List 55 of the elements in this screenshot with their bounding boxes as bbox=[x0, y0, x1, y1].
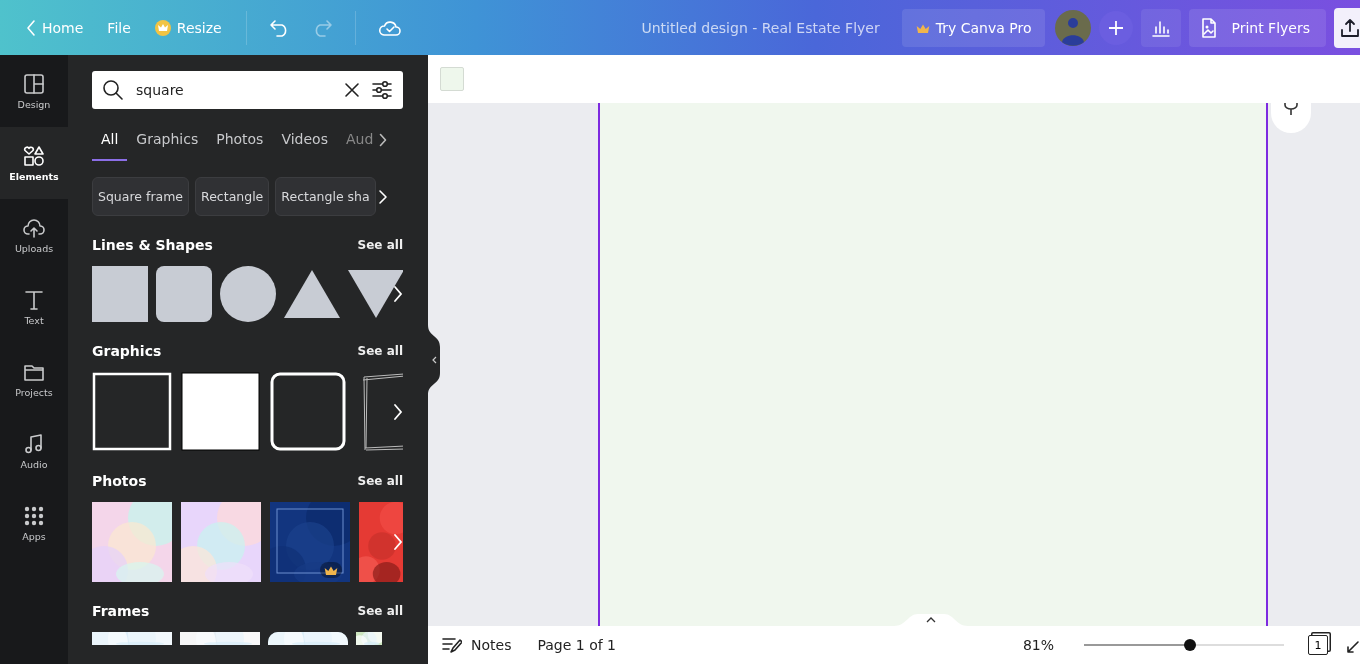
layout-icon bbox=[23, 72, 45, 95]
comment-icon[interactable] bbox=[1271, 103, 1311, 133]
notes-button[interactable]: Notes bbox=[442, 636, 512, 654]
plus-icon[interactable] bbox=[1099, 10, 1134, 45]
close-icon[interactable] bbox=[343, 81, 361, 99]
try-pro-button[interactable]: Try Canva Pro bbox=[901, 8, 1046, 47]
sidebar-tab[interactable]: Design bbox=[0, 55, 68, 127]
sidebar-tab[interactable]: Text bbox=[0, 271, 68, 343]
filled-square-graphic[interactable] bbox=[181, 372, 261, 452]
chevron-right-icon[interactable] bbox=[379, 133, 388, 147]
search-icon bbox=[102, 79, 124, 101]
section-title: Graphics bbox=[92, 343, 162, 359]
page-count-button[interactable]: 1 bbox=[1308, 635, 1328, 655]
document-icon bbox=[1201, 17, 1218, 38]
crown-icon bbox=[154, 19, 171, 36]
circle-shape[interactable] bbox=[220, 266, 276, 322]
square-outline-graphic[interactable] bbox=[92, 372, 172, 452]
notes-icon bbox=[442, 636, 462, 654]
sidebar-tab[interactable]: Audio bbox=[0, 415, 68, 487]
section-title: Frames bbox=[92, 603, 150, 619]
sidebar-tab[interactable]: Elements bbox=[0, 127, 68, 199]
sidebar-tab[interactable]: Projects bbox=[0, 343, 68, 415]
upload-icon bbox=[1340, 17, 1360, 38]
apps-icon bbox=[23, 504, 45, 527]
text-icon bbox=[23, 288, 45, 311]
back-icon bbox=[26, 18, 36, 37]
filter-tab[interactable]: Aud bbox=[336, 119, 380, 161]
shapes-icon bbox=[23, 144, 45, 167]
filter-tab[interactable]: All bbox=[92, 119, 128, 161]
suggestion-chip[interactable]: Rectangle sha bbox=[275, 177, 376, 216]
bar-chart-icon bbox=[1151, 18, 1172, 37]
section-title: Lines & Shapes bbox=[92, 237, 213, 253]
suggestion-chip[interactable]: Rectangle bbox=[195, 177, 270, 216]
search-bar[interactable]: square bbox=[92, 71, 403, 109]
print-button[interactable]: Print Flyers bbox=[1189, 8, 1326, 47]
analytics-button[interactable] bbox=[1141, 8, 1182, 47]
page-indicator: Page 1 of 1 bbox=[537, 637, 616, 653]
zoom-level[interactable]: 81% bbox=[1022, 637, 1054, 653]
see-all-link[interactable]: See all bbox=[357, 344, 403, 358]
see-all-link[interactable]: See all bbox=[357, 238, 403, 252]
upload-icon bbox=[23, 216, 45, 239]
filter-tab[interactable]: Videos bbox=[272, 119, 337, 161]
filter-icon[interactable] bbox=[371, 80, 393, 100]
sidebar-tab[interactable]: Uploads bbox=[0, 199, 68, 271]
music-icon bbox=[23, 432, 45, 455]
search-field[interactable]: square bbox=[134, 81, 333, 99]
filter-tab[interactable]: Graphics bbox=[127, 119, 208, 161]
share-button[interactable] bbox=[1334, 7, 1360, 48]
color-swatch[interactable] bbox=[440, 67, 464, 91]
section-title: Photos bbox=[92, 473, 147, 489]
filter-tab[interactable]: Photos bbox=[207, 119, 273, 161]
see-all-link[interactable]: See all bbox=[357, 474, 403, 488]
suggestion-chip[interactable]: Square frame bbox=[92, 177, 190, 216]
see-all-link[interactable]: See all bbox=[357, 604, 403, 618]
sidebar-tab[interactable]: Apps bbox=[0, 487, 68, 559]
